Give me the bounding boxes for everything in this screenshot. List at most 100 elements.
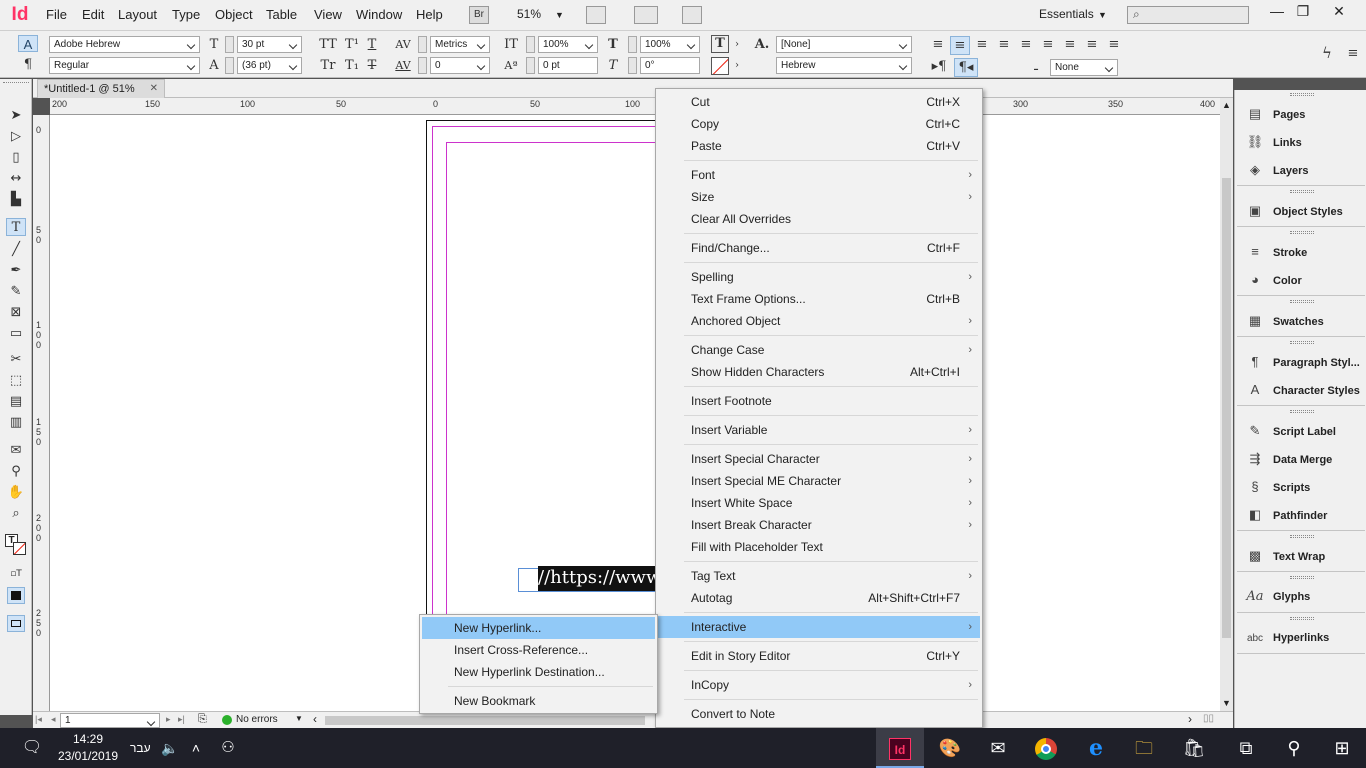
character-style-select[interactable]: [None] [776,36,912,53]
previous-page-icon[interactable]: ◂ [51,714,56,725]
language-select[interactable]: Hebrew [776,57,912,74]
scissors-tool-icon[interactable]: ✂ [6,351,26,369]
menu-item-new-bookmark[interactable]: New Bookmark [422,690,655,712]
close-icon[interactable]: ✕ [150,80,158,98]
panel-grip[interactable] [1290,535,1314,538]
menu-item-spelling[interactable]: Spelling › [658,266,980,288]
page-tool-icon[interactable]: ▯ [6,149,26,167]
vertical-scale-field[interactable]: 100% [538,36,598,53]
panel-text-wrap[interactable]: ▩ Text Wrap [1245,545,1365,567]
stroke-none-icon[interactable] [711,57,729,75]
menu-file[interactable]: File [46,7,67,22]
normal-view-icon[interactable] [7,587,25,604]
gap-tool-icon[interactable]: ↔ [6,170,26,188]
small-caps-icon[interactable]: Tr [318,57,338,74]
panel-grip[interactable] [1290,231,1314,234]
document-tab[interactable]: *Untitled-1 @ 51% ✕ [37,79,165,98]
panel-layers[interactable]: ◈ Layers [1245,159,1365,181]
preflight-status[interactable]: No errors [236,714,278,725]
menu-item-insert-break-character[interactable]: Insert Break Character › [658,514,980,536]
menu-item-incopy[interactable]: InCopy › [658,674,980,696]
paragraph-mode-icon[interactable]: ¶ [18,56,38,73]
align-center-icon[interactable]: ≡ [950,36,970,55]
character-mode-icon[interactable]: A [18,35,38,52]
chevron-right-icon[interactable]: › [732,36,742,53]
horizontal-scale-field[interactable]: 100% [640,36,700,53]
panel-grip[interactable] [1290,341,1314,344]
menu-item-interactive[interactable]: Interactive › [658,616,980,638]
leading-stepper[interactable] [225,57,234,74]
panel-paragraph-styles[interactable]: ¶ Paragraph Styl... [1245,351,1365,373]
scroll-left-icon[interactable]: ‹ [313,712,317,726]
scroll-right-icon[interactable]: › [1188,712,1192,726]
menu-item-insert-cross-reference[interactable]: Insert Cross-Reference... [422,639,655,661]
indesign-taskbar-icon[interactable]: Id [876,728,924,768]
menu-item-paste[interactable]: Paste Ctrl+V [658,135,980,157]
vertical-scale-stepper[interactable] [526,36,535,53]
menu-view[interactable]: View [314,7,342,22]
first-page-icon[interactable]: |◂ [35,714,42,725]
panel-script-label[interactable]: ✎ Script Label [1245,420,1365,442]
font-style-select[interactable]: Regular [49,57,200,74]
pencil-tool-icon[interactable]: ✎ [6,283,26,301]
panel-grip[interactable] [1290,300,1314,303]
justify-right-icon[interactable]: ≡ [1038,36,1058,53]
next-page-icon[interactable]: ▸ [166,714,171,725]
menu-item-copy[interactable]: Copy Ctrl+C [658,113,980,135]
formatting-container-icon[interactable]: ▫T [6,565,26,583]
panel-glyphs[interactable]: Aa Glyphs [1245,586,1365,608]
chevron-right-icon[interactable]: › [732,57,742,74]
align-away-spine-icon[interactable]: ≡ [1104,36,1124,53]
menu-item-tag-text[interactable]: Tag Text › [658,565,980,587]
horizontal-scale-stepper[interactable] [628,36,637,53]
menu-item-autotag[interactable]: Autotag Alt+Shift+Ctrl+F7 [658,587,980,609]
horizontal-ruler[interactable]: 200 150 100 50 0 50 100 300 350 400 [50,98,1220,115]
ltr-paragraph-icon[interactable]: ▸¶ [928,58,950,75]
menu-item-change-case[interactable]: Change Case › [658,339,980,361]
subscript-icon[interactable]: T₁ [342,57,362,74]
eyedropper-tool-icon[interactable]: ⚲ [6,463,26,481]
fill-text-icon[interactable]: T [711,35,729,53]
kerning-stepper[interactable] [418,36,427,53]
strikethrough-icon[interactable]: T [364,57,380,74]
justify-all-icon[interactable]: ≡ [1060,36,1080,53]
menu-item-clear-overrides[interactable]: Clear All Overrides [658,208,980,230]
menu-item-anchored-object[interactable]: Anchored Object › [658,310,980,332]
panel-data-merge[interactable]: ⇶ Data Merge [1245,448,1365,470]
panel-grip[interactable] [1290,617,1314,620]
paint-app-icon[interactable]: 🎨 [926,728,974,768]
font-family-select[interactable]: Adobe Hebrew [49,36,200,53]
menu-item-fill-placeholder-text[interactable]: Fill with Placeholder Text [658,536,980,558]
gradient-feather-tool-icon[interactable]: ▥ [6,414,26,432]
panel-menu-icon[interactable]: ≡ [1345,45,1361,62]
workspace-switcher[interactable]: Essentials [1039,7,1094,21]
open-page-icon[interactable]: ⎘ [198,713,207,726]
rtl-paragraph-icon[interactable]: ¶◂ [954,58,978,77]
fill-stroke-swatch[interactable]: T [5,534,27,556]
kerning-field[interactable]: Metrics [430,36,490,53]
type-tool-icon[interactable]: T [6,218,26,236]
quick-apply-icon[interactable]: ϟ [1318,45,1336,62]
superscript-icon[interactable]: T¹ [342,36,362,53]
restore-button[interactable]: ❐ [1286,0,1320,22]
bridge-button[interactable]: Br [469,6,489,24]
panel-object-styles[interactable]: ▣ Object Styles [1245,200,1365,222]
leading-field[interactable]: (36 pt) [237,57,302,74]
panel-swatches[interactable]: ▦ Swatches [1245,310,1365,332]
tracking-field[interactable]: 0 [430,57,490,74]
align-right-icon[interactable]: ≡ [972,36,992,53]
chevron-down-icon[interactable]: ▼ [555,10,564,20]
skew-field[interactable]: 0° [640,57,700,74]
panel-grip[interactable] [3,82,29,86]
kashida-select[interactable]: None [1050,59,1118,76]
scroll-up-icon[interactable]: ▲ [1222,100,1231,110]
panel-pages[interactable]: ▤ Pages [1245,103,1365,125]
panel-scripts[interactable]: § Scripts [1245,476,1365,498]
note-tool-icon[interactable]: ✉ [6,442,26,460]
direct-selection-tool-icon[interactable]: ▷ [6,128,26,146]
menu-object[interactable]: Object [215,7,253,22]
skew-stepper[interactable] [628,57,637,74]
menu-item-convert-to-note[interactable]: Convert to Note [658,703,980,725]
menu-type[interactable]: Type [172,7,200,22]
align-spine-icon[interactable]: ≡ [1082,36,1102,53]
